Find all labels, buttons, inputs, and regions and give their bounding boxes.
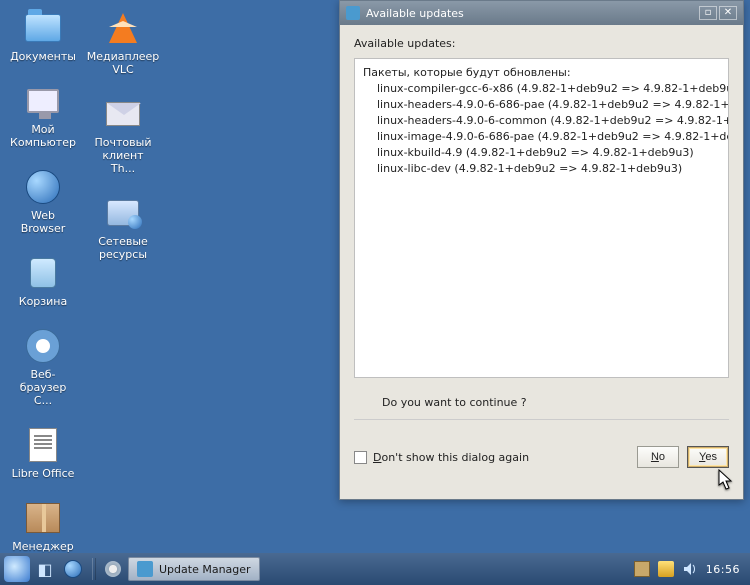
package-row: linux-kbuild-4.9 (4.9.82-1+deb9u2 => 4.9… — [363, 145, 720, 161]
trash-icon — [30, 258, 56, 288]
icon-label: Веб-браузер C... — [10, 368, 76, 407]
tray-clipboard-icon[interactable] — [634, 561, 650, 577]
desktop-icon-libreoffice[interactable]: Libre Office — [10, 425, 76, 480]
taskbar: ◧ Update Manager 16:56 — [0, 553, 750, 585]
desktop-icon-web-browser[interactable]: Web Browser — [10, 167, 76, 235]
quicklaunch-disc[interactable] — [100, 556, 126, 582]
desktop-icon-thunderbird[interactable]: Почтовый клиент Th... — [90, 94, 156, 175]
folder-icon — [25, 14, 61, 42]
package-row: linux-image-4.9.0-6-686-pae (4.9.82-1+de… — [363, 129, 720, 145]
chromium-icon — [26, 329, 60, 363]
app-icon — [346, 6, 360, 20]
globe-icon — [64, 560, 82, 578]
icon-label: Мой Компьютер — [10, 123, 76, 149]
continue-prompt: Do you want to continue ? — [382, 396, 729, 409]
vlc-icon — [109, 13, 137, 43]
computer-icon — [27, 89, 59, 113]
desktop-icon-chromium[interactable]: Веб-браузер C... — [10, 326, 76, 407]
dont-show-again-checkbox[interactable] — [354, 451, 367, 464]
section-label: Available updates: — [354, 37, 729, 50]
icon-label: Web Browser — [10, 209, 76, 235]
close-button[interactable]: ✕ — [719, 6, 737, 20]
task-update-manager[interactable]: Update Manager — [128, 557, 260, 581]
desktop-icon-documents[interactable]: Документы — [10, 8, 76, 63]
dialog-titlebar[interactable]: Available updates ▫ ✕ — [340, 1, 743, 25]
desktop-quick-icon: ◧ — [37, 560, 52, 579]
package-row: linux-headers-4.9.0-6-686-pae (4.9.82-1+… — [363, 97, 720, 113]
tray-volume-icon[interactable] — [682, 561, 698, 577]
tray-updates-icon[interactable] — [658, 561, 674, 577]
quicklaunch-browser[interactable] — [60, 556, 86, 582]
system-tray: 16:56 — [634, 561, 746, 577]
start-icon — [4, 556, 30, 582]
available-updates-dialog: Available updates ▫ ✕ Available updates:… — [339, 0, 744, 500]
separator — [354, 419, 729, 420]
network-icon — [107, 200, 139, 226]
package-row: linux-libc-dev (4.9.82-1+deb9u2 => 4.9.8… — [363, 161, 720, 177]
desktop-icon-vlc[interactable]: Медиаплеер VLC — [90, 8, 156, 76]
icon-label: Сетевые ресурсы — [90, 235, 156, 261]
globe-icon — [26, 170, 60, 204]
clock[interactable]: 16:56 — [706, 563, 740, 576]
icon-label: Корзина — [19, 295, 67, 308]
package-row: linux-compiler-gcc-6-x86 (4.9.82-1+deb9u… — [363, 81, 720, 97]
dialog-title: Available updates — [366, 7, 464, 20]
dont-show-again-label: Don't show this dialog again — [373, 451, 529, 464]
start-button[interactable] — [4, 556, 30, 582]
yes-button[interactable]: Yes — [687, 446, 729, 468]
disc-icon — [105, 561, 121, 577]
desktop-icon-trash[interactable]: Корзина — [10, 253, 76, 308]
app-icon — [137, 561, 153, 577]
icon-label: Медиаплеер VLC — [87, 50, 160, 76]
taskbar-separator — [92, 558, 96, 580]
package-icon — [26, 503, 60, 533]
icon-label: Документы — [10, 50, 76, 63]
icon-label: Libre Office — [12, 467, 75, 480]
desktop-icon-network[interactable]: Сетевые ресурсы — [90, 193, 156, 261]
no-button[interactable]: No — [637, 446, 679, 468]
updates-listbox[interactable]: Пакеты, которые будут обновлены: linux-c… — [354, 58, 729, 378]
task-label: Update Manager — [159, 563, 251, 576]
document-icon — [29, 428, 57, 462]
quicklaunch-desktop[interactable]: ◧ — [32, 556, 58, 582]
desktop-icon-my-computer[interactable]: Мой Компьютер — [10, 81, 76, 149]
mail-icon — [106, 102, 140, 126]
packages-header: Пакеты, которые будут обновлены: — [363, 65, 720, 81]
package-row: linux-headers-4.9.0-6-common (4.9.82-1+d… — [363, 113, 720, 129]
icon-label: Почтовый клиент Th... — [90, 136, 156, 175]
maximize-button[interactable]: ▫ — [699, 6, 717, 20]
